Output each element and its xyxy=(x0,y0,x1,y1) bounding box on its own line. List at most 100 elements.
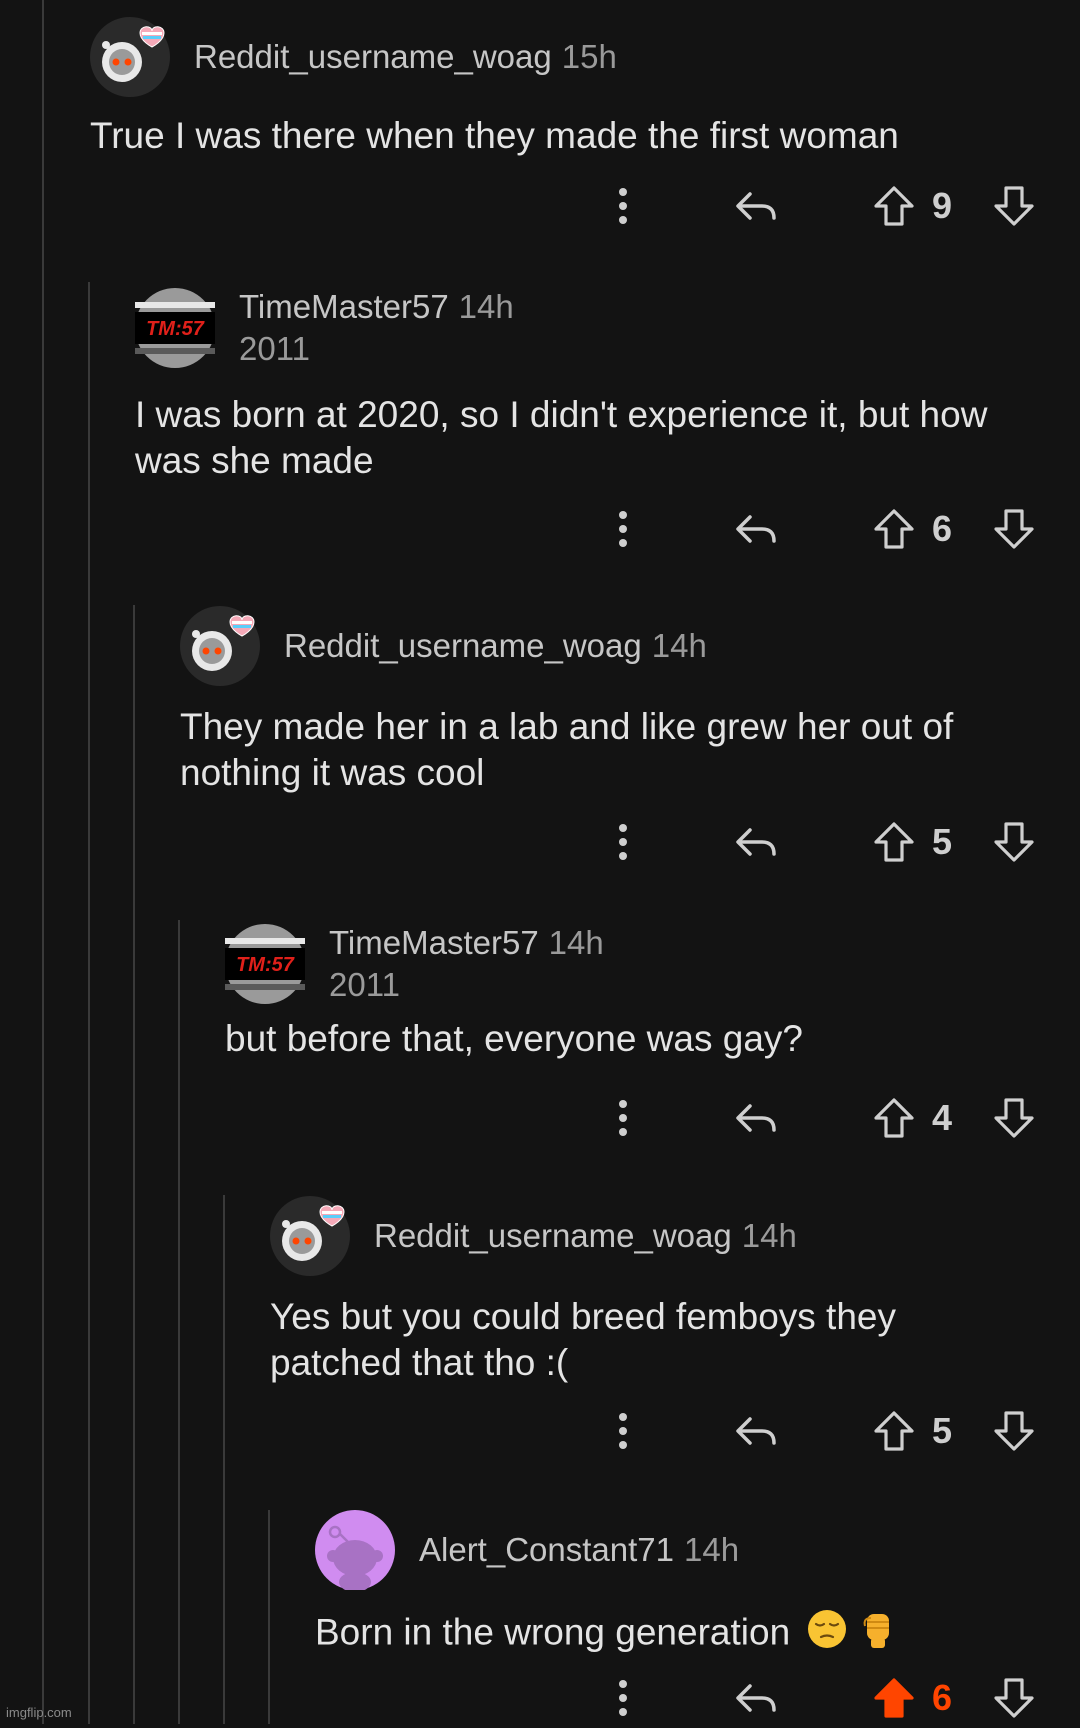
more-options-button[interactable] xyxy=(603,1088,643,1148)
downvote-button[interactable] xyxy=(986,1088,1042,1148)
user-avatar[interactable] xyxy=(315,1510,395,1590)
downvote-arrow-icon xyxy=(994,822,1034,862)
avatar-text: TM:57 xyxy=(146,318,205,340)
thread-line-depth-1[interactable] xyxy=(88,282,90,1724)
user-avatar[interactable] xyxy=(270,1196,350,1276)
more-vertical-icon xyxy=(619,1100,627,1136)
reply-button[interactable] xyxy=(727,1401,787,1461)
upvote-button[interactable] xyxy=(866,1668,922,1728)
comment-username[interactable]: TimeMaster57 xyxy=(239,288,449,325)
comment-actions: 4 xyxy=(603,1088,1043,1148)
comment-username[interactable]: Reddit_username_woag xyxy=(194,38,552,75)
downvote-arrow-icon xyxy=(994,509,1034,549)
upvote-arrow-icon xyxy=(874,1678,914,1718)
comment-time: 14h xyxy=(651,627,707,664)
user-avatar[interactable] xyxy=(180,606,260,686)
comment: Reddit_username_woag 15h True I was there… xyxy=(90,17,1080,159)
comment-body: Yes but you could breed femboys they pat… xyxy=(270,1296,896,1383)
comment-time: 14h xyxy=(458,288,514,325)
comment: Reddit_username_woag 14h Yes but you coul… xyxy=(270,1196,1080,1386)
upvote-button[interactable] xyxy=(866,812,922,872)
downvote-button[interactable] xyxy=(986,812,1042,872)
comment-username[interactable]: Reddit_username_woag xyxy=(374,1217,732,1254)
vote-score: 4 xyxy=(931,1097,953,1138)
comment-body: I was born at 2020, so I didn't experien… xyxy=(135,394,988,481)
comment-actions: 9 xyxy=(603,176,1043,236)
comment-body: but before that, everyone was gay? xyxy=(225,1018,803,1059)
more-options-button[interactable] xyxy=(603,1401,643,1461)
upvote-button[interactable] xyxy=(866,1401,922,1461)
comment-actions: 5 xyxy=(603,1401,1043,1461)
more-options-button[interactable] xyxy=(603,1668,643,1728)
more-options-button[interactable] xyxy=(603,812,643,872)
downvote-arrow-icon xyxy=(994,1678,1034,1718)
comment-username[interactable]: TimeMaster57 xyxy=(329,924,539,961)
user-flair: 2011 xyxy=(239,330,310,367)
upvote-arrow-icon xyxy=(874,1411,914,1451)
comment-username[interactable]: Alert_Constant71 xyxy=(419,1531,674,1568)
comment-body: Born in the wrong generation xyxy=(315,1608,1080,1661)
user-avatar[interactable] xyxy=(90,17,170,97)
downvote-button[interactable] xyxy=(986,499,1042,559)
tm57-avatar: TM:57 xyxy=(135,288,215,368)
vote-score: 6 xyxy=(931,508,953,549)
upvote-button[interactable] xyxy=(866,499,922,559)
vote-score: 9 xyxy=(931,185,953,226)
reply-button[interactable] xyxy=(727,176,787,236)
thread-line-depth-4[interactable] xyxy=(223,1195,225,1724)
comment-actions: 6 xyxy=(603,499,1043,559)
thread-line-depth-3[interactable] xyxy=(178,920,180,1724)
reply-button[interactable] xyxy=(727,1668,787,1728)
upvote-button[interactable] xyxy=(866,1088,922,1148)
reply-arrow-icon xyxy=(736,1417,776,1445)
downvote-arrow-icon xyxy=(994,1098,1034,1138)
reply-arrow-icon xyxy=(736,828,776,856)
thread-line-depth-0[interactable] xyxy=(42,0,44,1724)
upvote-arrow-icon xyxy=(874,822,914,862)
comment-actions: 6 xyxy=(603,1668,1043,1728)
comment: TM:57 TimeMaster57 14h 2011 I was born at… xyxy=(135,288,1080,484)
upvote-arrow-icon xyxy=(874,186,914,226)
snoo-astronaut-avatar xyxy=(90,17,170,97)
user-flair: 2011 xyxy=(329,966,400,1003)
reply-button[interactable] xyxy=(727,1088,787,1148)
upvote-arrow-icon xyxy=(874,509,914,549)
downvote-button[interactable] xyxy=(986,176,1042,236)
downvote-button[interactable] xyxy=(986,1401,1042,1461)
avatar-text: TM:57 xyxy=(236,954,295,976)
downvote-button[interactable] xyxy=(986,1668,1042,1728)
watermark: imgflip.com xyxy=(6,1705,72,1720)
reply-arrow-icon xyxy=(736,1684,776,1712)
comment-actions: 5 xyxy=(603,812,1043,872)
vote-score: 5 xyxy=(931,1410,953,1451)
upvote-arrow-icon xyxy=(874,1098,914,1138)
more-vertical-icon xyxy=(619,1680,627,1716)
reply-arrow-icon xyxy=(736,1104,776,1132)
comment-body: They made her in a lab and like grew her… xyxy=(180,706,954,793)
more-options-button[interactable] xyxy=(603,176,643,236)
snoo-astronaut-avatar xyxy=(180,606,260,686)
comment-time: 14h xyxy=(548,924,604,961)
comment-body-text: Born in the wrong generation xyxy=(315,1611,791,1653)
tm57-avatar: TM:57 xyxy=(225,924,305,1004)
more-options-button[interactable] xyxy=(603,499,643,559)
user-avatar[interactable]: TM:57 xyxy=(135,288,215,368)
comment-username[interactable]: Reddit_username_woag xyxy=(284,627,642,664)
upvote-button[interactable] xyxy=(866,176,922,236)
thread-line-depth-5[interactable] xyxy=(268,1510,270,1724)
reply-button[interactable] xyxy=(727,499,787,559)
downvote-arrow-icon xyxy=(994,1411,1034,1451)
comment: TM:57 TimeMaster57 14h 2011 but before th… xyxy=(225,924,1080,1062)
thread-line-depth-2[interactable] xyxy=(133,605,135,1724)
snoo-astronaut-avatar xyxy=(270,1196,350,1276)
more-vertical-icon xyxy=(619,188,627,224)
comment-body: True I was there when they made the firs… xyxy=(90,115,899,156)
user-avatar[interactable]: TM:57 xyxy=(225,924,305,1004)
downvote-arrow-icon xyxy=(994,186,1034,226)
comment-time: 14h xyxy=(741,1217,797,1254)
comment-time: 15h xyxy=(561,38,617,75)
reply-button[interactable] xyxy=(727,812,787,872)
comment: Reddit_username_woag 14h They made her in… xyxy=(180,606,1080,796)
vote-score: 5 xyxy=(931,821,953,862)
more-vertical-icon xyxy=(619,511,627,547)
